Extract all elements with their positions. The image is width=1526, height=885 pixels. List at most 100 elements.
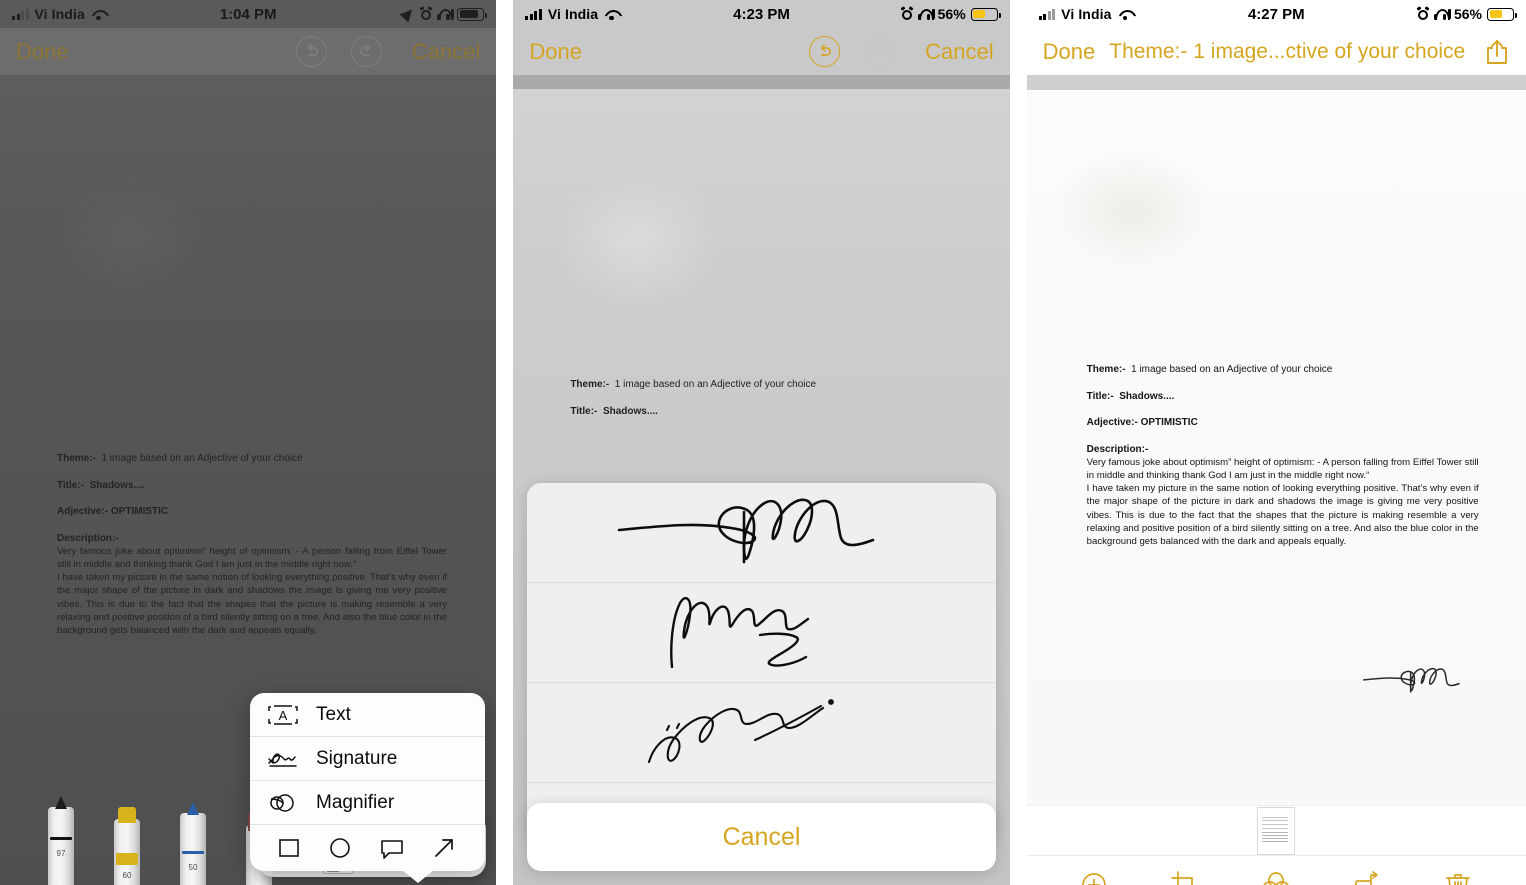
wifi-icon bbox=[1118, 9, 1133, 21]
status-bar: Vi India 4:23 PM 56% bbox=[513, 0, 1010, 28]
nav-bar: Done Cancel bbox=[513, 28, 1010, 75]
carrier-label: Vi India bbox=[547, 6, 599, 22]
done-button[interactable]: Done bbox=[16, 39, 69, 65]
menu-item-label: Text bbox=[316, 703, 351, 725]
signature-option-2[interactable] bbox=[527, 583, 996, 683]
magnifier-icon bbox=[266, 792, 300, 814]
battery-percent-label: 56% bbox=[937, 6, 966, 22]
editor-bottom-toolbar[interactable] bbox=[1026, 855, 1526, 885]
title-label: Title:- bbox=[570, 406, 598, 418]
battery-icon bbox=[1486, 7, 1517, 21]
speech-bubble-icon[interactable] bbox=[379, 836, 405, 860]
panel-signature-picker: Vi India 4:23 PM 56% Done Cancel Theme:-… bbox=[513, 0, 1010, 885]
nav-bar: Done Theme:- 1 image...ctive of your cho… bbox=[1026, 28, 1526, 75]
description-label: Description:- bbox=[57, 532, 119, 544]
share-icon[interactable] bbox=[1484, 38, 1510, 66]
arrow-icon[interactable] bbox=[432, 836, 456, 860]
alarm-icon bbox=[1417, 8, 1429, 20]
redo-icon bbox=[350, 36, 382, 67]
location-arrow-icon bbox=[402, 8, 415, 21]
title-label: Title:- bbox=[1086, 391, 1114, 403]
signature-option-1[interactable] bbox=[527, 483, 996, 583]
redo-icon bbox=[864, 36, 896, 67]
menu-item-signature[interactable]: Signature bbox=[250, 737, 485, 781]
panel-markup-menu: Vi India 1:04 PM Done Cancel Theme:- 1 i… bbox=[0, 0, 497, 885]
description-paragraph-1: Very famous joke about optimism” height … bbox=[57, 545, 447, 571]
cancel-button[interactable]: Cancel bbox=[925, 39, 993, 65]
status-bar: Vi India 4:27 PM 56% bbox=[1026, 0, 1526, 28]
square-icon[interactable] bbox=[277, 836, 301, 860]
signal-bars-icon bbox=[525, 8, 542, 20]
theme-label: Theme:- bbox=[570, 379, 610, 390]
rotate-icon[interactable] bbox=[1350, 868, 1384, 885]
pen-tool[interactable]: 97 bbox=[44, 796, 78, 885]
signature-icon bbox=[266, 748, 300, 770]
menu-item-label: Signature bbox=[316, 747, 398, 769]
adjective-label: Adjective:- bbox=[1086, 417, 1138, 429]
menu-item-label: Magnifier bbox=[316, 791, 395, 813]
signature-option-3[interactable] bbox=[527, 683, 996, 783]
undo-icon[interactable] bbox=[809, 36, 841, 67]
circle-icon[interactable] bbox=[328, 836, 352, 860]
document-body: Theme:- 1 image based on an Adjective of… bbox=[1087, 363, 1487, 548]
carrier-label: Vi India bbox=[34, 6, 85, 22]
menu-shapes-row[interactable] bbox=[250, 825, 485, 871]
panel-divider bbox=[496, 0, 514, 885]
adjective-value: OPTIMISTIC bbox=[1140, 417, 1198, 429]
add-page-icon[interactable] bbox=[1077, 868, 1111, 885]
theme-label: Theme:- bbox=[1086, 364, 1126, 375]
signal-bars-icon bbox=[1038, 8, 1056, 20]
document-canvas[interactable]: Theme:- 1 image based on an Adjective of… bbox=[0, 75, 497, 885]
undo-icon[interactable] bbox=[295, 36, 327, 67]
theme-value: 1 image based on an Adjective of your ch… bbox=[1131, 364, 1333, 375]
svg-text:A: A bbox=[279, 708, 288, 723]
highlighter-size: 60 bbox=[122, 871, 132, 880]
page-title: Theme:- 1 image...ctive of your choice bbox=[1109, 39, 1466, 63]
color-filter-icon[interactable] bbox=[1259, 868, 1293, 885]
alarm-icon bbox=[901, 8, 913, 20]
title-label: Title:- bbox=[57, 480, 85, 492]
theme-value: 1 image based on an Adjective of your ch… bbox=[614, 379, 817, 390]
headphones-icon bbox=[1433, 8, 1451, 20]
pen-size: 97 bbox=[56, 849, 66, 858]
description-paragraph-2: I have taken my picture in the same noti… bbox=[57, 572, 447, 637]
crop-icon[interactable] bbox=[1168, 868, 1202, 885]
title-value: Shadows.... bbox=[1119, 391, 1175, 403]
headphones-icon bbox=[437, 8, 455, 20]
document-canvas[interactable]: Theme:- 1 image based on an Adjective of… bbox=[513, 75, 1010, 885]
signature-sheet[interactable]: Add or Remove Signature bbox=[527, 483, 996, 841]
page-thumbnail[interactable] bbox=[1257, 806, 1296, 855]
battery-icon bbox=[970, 7, 1001, 21]
headphones-icon bbox=[917, 8, 935, 20]
adjective-label: Adjective:- bbox=[57, 506, 109, 518]
theme-value: 1 image based on an Adjective of your ch… bbox=[101, 453, 303, 464]
battery-icon bbox=[457, 7, 488, 21]
title-value: Shadows.... bbox=[89, 480, 145, 492]
pencil-tool[interactable]: 50 bbox=[176, 802, 210, 885]
pencil-size: 50 bbox=[188, 863, 198, 872]
signal-bars-icon bbox=[12, 8, 29, 20]
placed-signature[interactable] bbox=[1357, 655, 1477, 707]
done-button[interactable]: Done bbox=[1043, 39, 1096, 65]
done-button[interactable]: Done bbox=[529, 39, 582, 65]
title-value: Shadows.... bbox=[602, 406, 658, 418]
highlighter-tool[interactable]: 60 bbox=[110, 807, 144, 885]
nav-bar: Done Cancel bbox=[0, 28, 497, 75]
panel-divider bbox=[1009, 0, 1027, 885]
carrier-label: Vi India bbox=[1061, 6, 1112, 22]
markup-add-menu[interactable]: A Text Signature Magnifier bbox=[250, 693, 485, 883]
menu-item-magnifier[interactable]: Magnifier bbox=[250, 781, 485, 825]
status-bar: Vi India 1:04 PM bbox=[0, 0, 497, 28]
document-canvas[interactable]: Theme:- 1 image based on an Adjective of… bbox=[1026, 75, 1526, 805]
description-paragraph-1: Very famous joke about optimism” height … bbox=[1086, 456, 1479, 482]
page-thumbnail-strip[interactable] bbox=[1026, 805, 1526, 855]
delete-icon[interactable] bbox=[1441, 868, 1475, 885]
theme-label: Theme:- bbox=[57, 453, 96, 464]
document-body: Theme:- 1 image based on an Adjective of… bbox=[570, 378, 970, 418]
screenshot-stage: Vi India 1:04 PM Done Cancel Theme:- 1 i… bbox=[0, 0, 1526, 885]
text-box-icon: A bbox=[266, 704, 300, 725]
battery-percent-label: 56% bbox=[1453, 6, 1482, 22]
menu-item-text[interactable]: A Text bbox=[250, 693, 485, 737]
cancel-sheet-button[interactable]: Cancel bbox=[527, 803, 996, 871]
cancel-button[interactable]: Cancel bbox=[412, 39, 480, 65]
